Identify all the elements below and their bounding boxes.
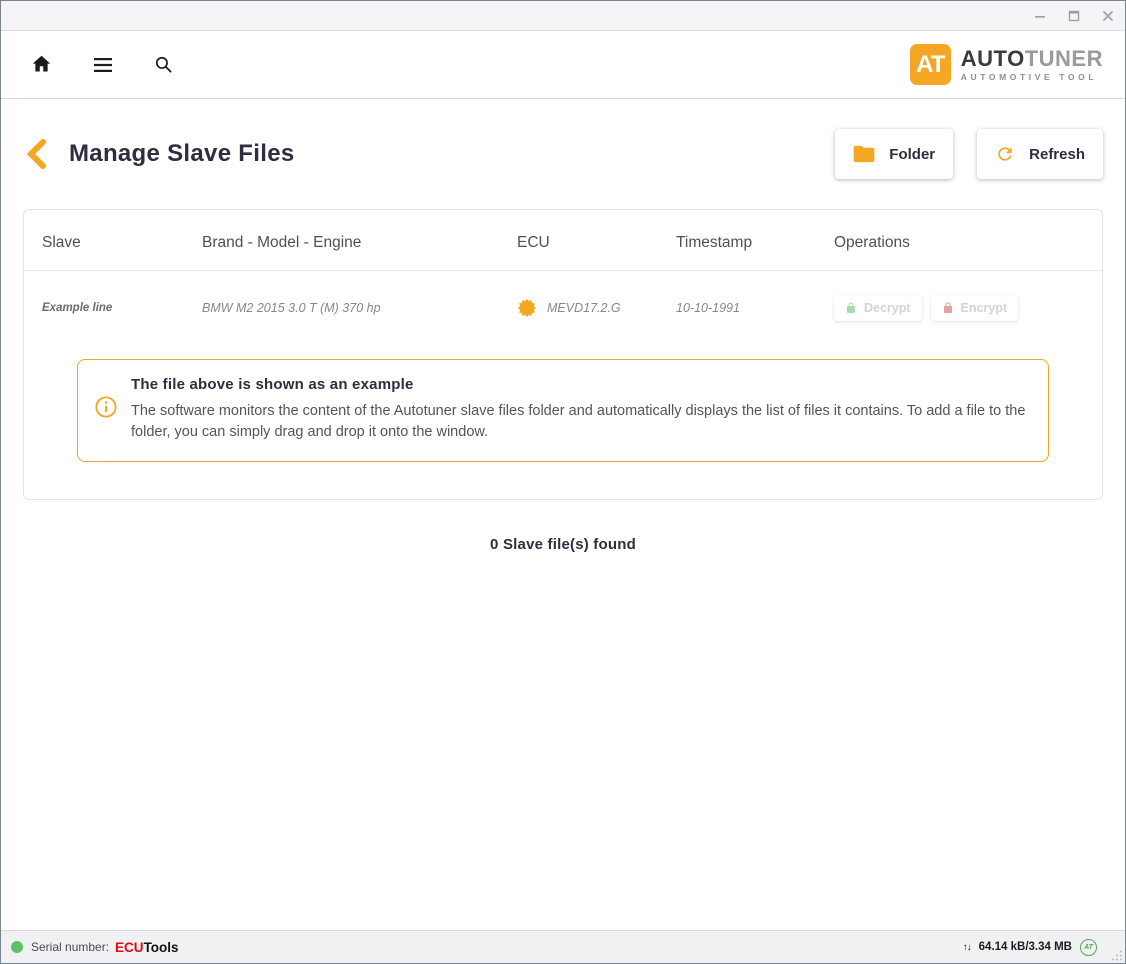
app-window: AT AUTOTUNER AUTOMOTIVE TOOL Manage Slav… (0, 0, 1126, 964)
statusbar-right: ↑↓ 64.14 kB/3.34 MB AT (963, 939, 1113, 956)
refresh-icon (995, 144, 1015, 164)
close-button[interactable] (1091, 1, 1125, 31)
autotuner-logo-badge: AT (910, 44, 951, 85)
logo-wordmark: AUTOTUNER (961, 47, 1103, 70)
serial-number-label: Serial number: (31, 940, 109, 954)
example-ecu-cell: MEVD17.2.G (517, 274, 676, 344)
encrypt-button[interactable]: Encrypt (931, 295, 1019, 321)
folder-button[interactable]: Folder (835, 129, 953, 179)
decrypt-button-label: Decrypt (864, 301, 911, 315)
refresh-button[interactable]: Refresh (977, 129, 1103, 179)
nav-icons (31, 54, 174, 75)
encrypt-button-label: Encrypt (961, 301, 1008, 315)
ecu-starburst-icon (517, 298, 537, 318)
minimize-button[interactable] (1023, 1, 1057, 31)
menu-button[interactable] (92, 54, 113, 75)
connection-status-dot (11, 941, 23, 953)
maximize-button[interactable] (1057, 1, 1091, 31)
autotuner-logo-text: AUTOTUNER AUTOMOTIVE TOOL (961, 47, 1103, 82)
logo-tuner-text: TUNER (1025, 46, 1103, 71)
network-stats: 64.14 kB/3.34 MB (979, 941, 1072, 953)
logo-subtitle: AUTOMOTIVE TOOL (961, 73, 1103, 82)
serial-number-value-tools: Tools (144, 940, 179, 955)
maximize-icon (1068, 10, 1080, 22)
back-button[interactable] (25, 139, 51, 169)
logo-auto-text: AUTO (961, 46, 1025, 71)
column-header-operations: Operations (834, 210, 1084, 270)
column-header-ecu: ECU (517, 210, 676, 270)
info-box: The file above is shown as an example Th… (77, 359, 1049, 462)
column-header-brand-model-engine: Brand - Model - Engine (202, 210, 517, 270)
home-icon (31, 54, 52, 75)
search-button[interactable] (153, 54, 174, 75)
autotuner-logo: AT AUTOTUNER AUTOMOTIVE TOOL (910, 44, 1103, 85)
example-timestamp-cell: 10-10-1991 (676, 277, 834, 341)
green-lock-icon (845, 302, 857, 314)
hamburger-menu-icon (93, 57, 113, 73)
search-icon (154, 55, 173, 74)
updown-arrows-icon: ↑↓ (963, 942, 971, 953)
decrypt-button[interactable]: Decrypt (834, 295, 922, 321)
column-header-timestamp: Timestamp (676, 210, 834, 270)
resize-grip[interactable] (1112, 950, 1123, 961)
info-icon (95, 396, 117, 423)
table-row-example: Example line BMW M2 2015 3.0 T (M) 370 h… (24, 271, 1102, 347)
example-operations-cell: Decrypt Encrypt (834, 271, 1084, 347)
autotuner-status-icon: AT (1080, 939, 1097, 956)
folder-button-label: Folder (889, 146, 935, 163)
example-slave-cell: Example line (42, 278, 202, 340)
table-header-row: Slave Brand - Model - Engine ECU Timesta… (24, 210, 1102, 271)
column-header-slave: Slave (42, 210, 202, 270)
example-ecu-value: MEVD17.2.G (547, 301, 621, 315)
example-brand-cell: BMW M2 2015 3.0 T (M) 370 hp (202, 277, 517, 341)
page-header: Manage Slave Files Folder Refresh (1, 99, 1125, 209)
close-icon (1102, 10, 1114, 22)
info-texts: The file above is shown as an example Th… (131, 376, 1028, 443)
chevron-left-icon (25, 139, 47, 169)
titlebar (1, 1, 1125, 31)
refresh-button-label: Refresh (1029, 146, 1085, 163)
slave-files-count: 0 Slave file(s) found (1, 536, 1125, 553)
header-buttons: Folder Refresh (835, 129, 1103, 179)
red-lock-icon (942, 302, 954, 314)
folder-icon (853, 145, 875, 163)
navbar: AT AUTOTUNER AUTOMOTIVE TOOL (1, 31, 1125, 99)
slave-files-card: Slave Brand - Model - Engine ECU Timesta… (23, 209, 1103, 500)
home-button[interactable] (31, 54, 52, 75)
info-box-title: The file above is shown as an example (131, 376, 1028, 393)
minimize-icon (1034, 10, 1046, 22)
page-title: Manage Slave Files (69, 140, 295, 168)
info-box-body: The software monitors the content of the… (131, 401, 1028, 443)
statusbar: Serial number: ECUTools ↑↓ 64.14 kB/3.34… (1, 930, 1125, 963)
serial-number-value-ecu: ECU (115, 940, 144, 955)
main-content: Manage Slave Files Folder Refresh Slave … (1, 99, 1125, 930)
